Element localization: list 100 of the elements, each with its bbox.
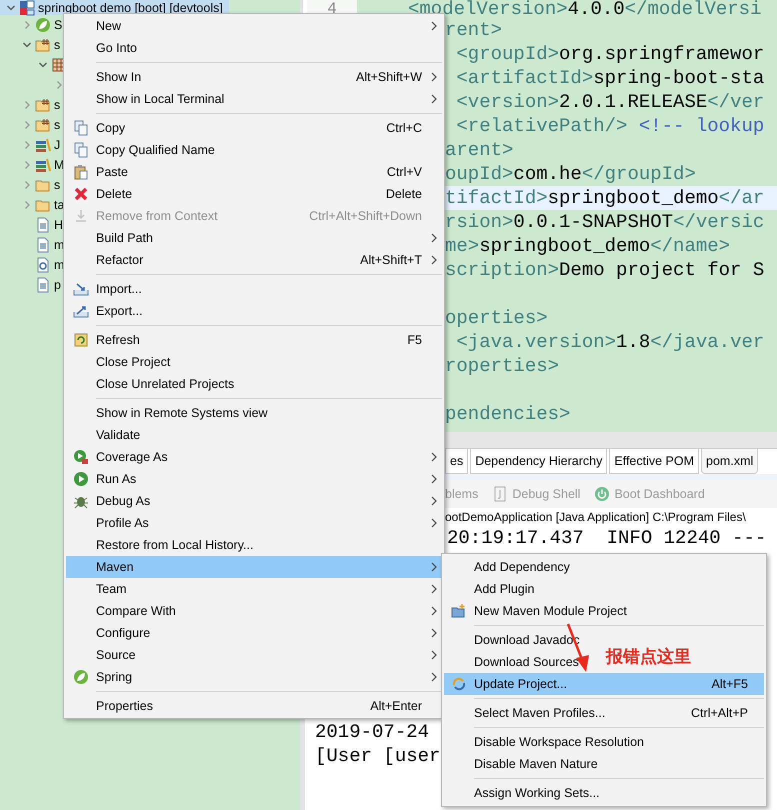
shortcut-label: Ctrl+Alt+P xyxy=(691,706,749,720)
chevron-right-icon[interactable] xyxy=(22,180,32,190)
menu-item[interactable]: Profile As xyxy=(66,512,442,534)
chevron-right-icon[interactable] xyxy=(22,120,32,130)
tree-item[interactable]: s xyxy=(0,35,60,55)
menu-item[interactable]: Compare With xyxy=(66,600,442,622)
menu-item[interactable]: New Maven Module Project xyxy=(444,600,631,622)
code-line: rent> xyxy=(445,19,502,41)
project-icon xyxy=(19,0,35,16)
menu-item[interactable]: Configure xyxy=(66,622,442,644)
menu-item[interactable]: Download Sources xyxy=(444,651,583,673)
menu-item[interactable]: Copy Qualified Name xyxy=(66,139,442,161)
menu-item[interactable]: Delete Delete xyxy=(66,183,442,205)
down-arrow-icon xyxy=(73,208,89,224)
code-line: <java.version>1.8</java.ver xyxy=(455,331,764,353)
leaf-icon xyxy=(73,669,89,685)
shortcut-label: Ctrl+V xyxy=(386,165,423,179)
code-line: roperties> xyxy=(445,355,560,377)
shortcut-label: Alt+F5 xyxy=(712,677,749,691)
editor-tab[interactable]: Effective POM xyxy=(609,449,700,474)
editor-tab[interactable]: pom.xml xyxy=(701,449,758,474)
menu-item[interactable]: Assign Working Sets... xyxy=(444,782,604,804)
shortcut-label: Alt+Shift+T xyxy=(360,253,423,267)
code-line: rsion>0.0.1-SNAPSHOT</versic xyxy=(445,211,764,233)
menu-item[interactable]: Close Unrelated Projects xyxy=(66,373,442,395)
clipboard-icon xyxy=(73,164,89,180)
tree-item[interactable]: J xyxy=(0,135,60,155)
menu-item[interactable]: Run As xyxy=(66,468,442,490)
tree-item[interactable]: s xyxy=(0,95,60,115)
tree-item[interactable]: s xyxy=(0,175,60,195)
tree-item[interactable]: S xyxy=(0,15,62,35)
shortcut-label: Alt+Enter xyxy=(370,699,423,713)
menu-item[interactable]: Copy Ctrl+C xyxy=(66,117,442,139)
menu-item[interactable]: Disable Maven Nature xyxy=(444,753,602,775)
tree-item[interactable]: H xyxy=(0,215,64,235)
menu-item[interactable]: Properties Alt+Enter xyxy=(66,695,442,717)
console-line: [User [user xyxy=(315,744,440,768)
code-line: <artifactId>spring-boot-sta xyxy=(455,67,764,89)
menu-item[interactable]: Show in Local Terminal xyxy=(66,88,442,110)
menu-item[interactable]: Close Project xyxy=(66,351,442,373)
menu-item[interactable]: Add Plugin xyxy=(444,578,538,600)
code-line: scription>Demo project for S xyxy=(445,259,764,281)
code-line: me>springboot_demo</name> xyxy=(445,235,730,257)
menu-item[interactable]: Maven xyxy=(66,556,442,578)
menu-item[interactable]: Export... xyxy=(66,300,442,322)
menu-item[interactable]: Go Into xyxy=(66,37,442,59)
editor-tab[interactable]: Dependency Hierarchy xyxy=(470,449,608,474)
pages-icon xyxy=(73,142,89,158)
menu-item[interactable]: Update Project... Alt+F5 xyxy=(444,673,764,695)
tray-in-icon xyxy=(73,281,89,297)
chevron-down-icon[interactable] xyxy=(6,2,16,12)
shortcut-label: Ctrl+Alt+Shift+Down xyxy=(309,209,423,223)
chevron-right-icon[interactable] xyxy=(22,20,32,30)
chevron-right-icon[interactable] xyxy=(22,140,32,150)
menu-item[interactable]: Validate xyxy=(66,424,442,446)
menu-item[interactable]: Coverage As xyxy=(66,446,442,468)
code-line: pendencies> xyxy=(445,403,570,425)
menu-item[interactable]: Source xyxy=(66,644,442,666)
menu-item[interactable]: Team xyxy=(66,578,442,600)
cross-icon xyxy=(73,186,89,202)
menu-item[interactable]: Show In Alt+Shift+W xyxy=(66,66,442,88)
shortcut-label: Delete xyxy=(386,187,423,201)
code-line: <groupId>org.springframewor xyxy=(455,43,764,65)
page-icon xyxy=(492,486,508,502)
document-gear-icon xyxy=(35,257,51,273)
chevron-down-icon[interactable] xyxy=(22,40,32,50)
menu-item[interactable]: Paste Ctrl+V xyxy=(66,161,442,183)
annotation-text: 报错点这里 xyxy=(606,646,691,668)
line-number: 4 xyxy=(327,1,337,18)
folder-plus-icon xyxy=(451,603,467,619)
menu-item[interactable]: Refactor Alt+Shift+T xyxy=(66,249,442,271)
chevron-right-icon[interactable] xyxy=(22,200,32,210)
code-line: oupId>com.he</groupId> xyxy=(445,163,696,185)
menu-item[interactable]: Build Path xyxy=(66,227,442,249)
play-badge-icon xyxy=(73,449,89,465)
code-line: <relativePath/> <!-- lookup xyxy=(455,115,764,137)
menu-item[interactable]: Select Maven Profiles... Ctrl+Alt+P xyxy=(444,702,764,724)
menu-item[interactable]: Debug As xyxy=(66,490,442,512)
chevron-right-icon[interactable] xyxy=(22,100,32,110)
menu-item[interactable]: Add Dependency xyxy=(444,556,574,578)
shortcut-label: Alt+Shift+W xyxy=(356,70,423,84)
chevron-down-icon[interactable] xyxy=(38,60,48,70)
menu-item[interactable]: Disable Workspace Resolution xyxy=(444,731,648,753)
menu-item[interactable]: Show in Remote Systems view xyxy=(66,402,442,424)
chevron-right-icon[interactable] xyxy=(22,160,32,170)
chevron-right-icon[interactable] xyxy=(54,80,64,90)
tree-item[interactable]: p xyxy=(0,275,61,295)
menu-item[interactable]: Import... xyxy=(66,278,442,300)
console-line: 2019-07-24 xyxy=(315,720,430,744)
folder-icon xyxy=(35,97,51,113)
editor-tab[interactable]: es xyxy=(445,449,468,474)
menu-item[interactable]: Refresh F5 xyxy=(66,329,442,351)
code-line: operties> xyxy=(445,307,548,329)
tree-item[interactable]: s xyxy=(0,115,60,135)
power-icon xyxy=(594,486,610,502)
folder-icon xyxy=(35,37,51,53)
menu-item[interactable]: Restore from Local History... xyxy=(66,534,442,556)
document-icon xyxy=(35,217,51,233)
shortcut-label: F5 xyxy=(407,333,423,347)
menu-item[interactable]: Spring xyxy=(66,666,442,688)
